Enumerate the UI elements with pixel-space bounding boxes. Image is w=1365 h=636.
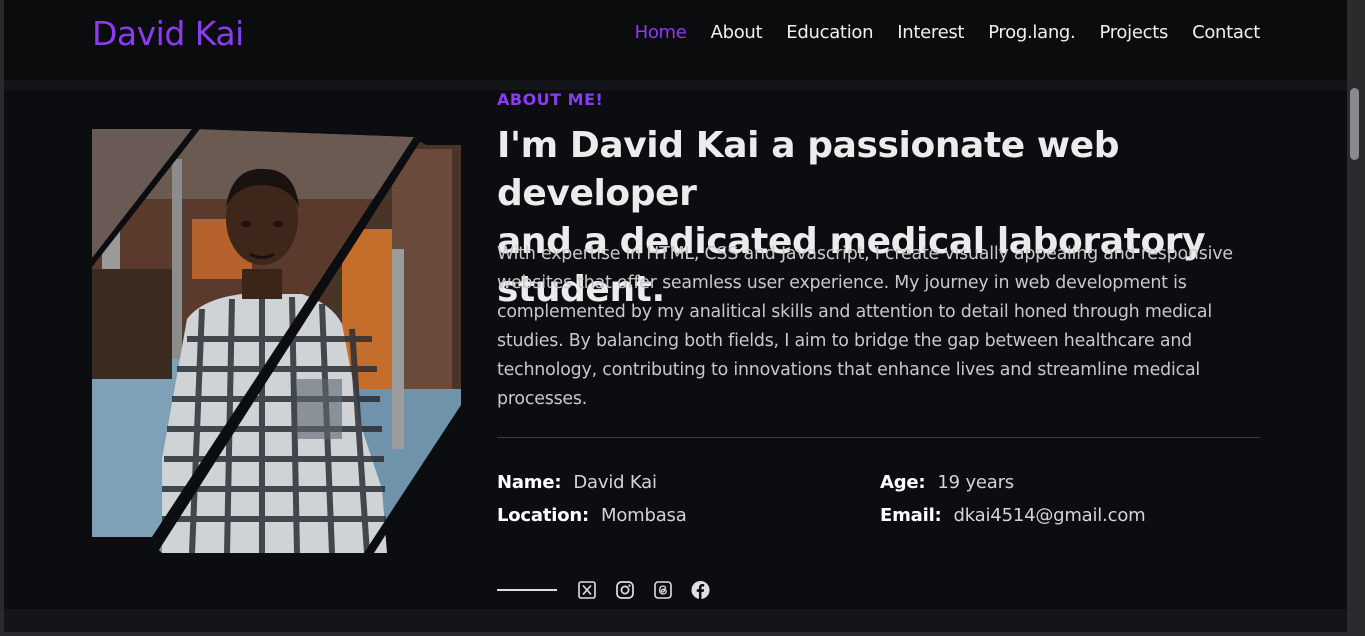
- site-header: David Kai Home About Education Interest …: [4, 0, 1347, 80]
- nav-home[interactable]: Home: [635, 22, 687, 43]
- info-age-label: Age:: [880, 472, 926, 493]
- site-logo[interactable]: David Kai: [92, 14, 244, 53]
- info-location-value: Mombasa: [601, 505, 687, 526]
- about-bio: With expertise in HTML, CSS and Javascri…: [497, 244, 1233, 409]
- scrollbar-thumb[interactable]: [1350, 88, 1359, 160]
- section-divider: [497, 437, 1260, 438]
- facebook-icon[interactable]: [691, 580, 710, 599]
- info-email-label: Email:: [880, 505, 942, 526]
- nav-contact[interactable]: Contact: [1192, 22, 1260, 43]
- nav-about[interactable]: About: [711, 22, 763, 43]
- info-name: Name: David Kai: [497, 472, 657, 493]
- info-location: Location: Mombasa: [497, 505, 687, 526]
- instagram-icon[interactable]: [615, 580, 634, 599]
- info-email: Email: dkai4514@gmail.com: [880, 505, 1146, 526]
- section-eyebrow: ABOUT ME!: [497, 90, 604, 109]
- info-age: Age: 19 years: [880, 472, 1014, 493]
- info-location-label: Location:: [497, 505, 590, 526]
- nav-projects[interactable]: Projects: [1099, 22, 1168, 43]
- main-nav: Home About Education Interest Prog.lang.…: [611, 22, 1261, 43]
- header-shadow: [4, 80, 1347, 90]
- info-name-label: Name:: [497, 472, 562, 493]
- social-links: [497, 580, 729, 599]
- headline-line-1: I'm David Kai a passionate web developer: [497, 125, 1120, 214]
- profile-photo: [92, 129, 461, 553]
- info-age-value: 19 years: [937, 472, 1014, 493]
- social-divider-line: [497, 588, 557, 591]
- threads-icon[interactable]: [653, 580, 672, 599]
- x-icon[interactable]: [577, 580, 596, 599]
- nav-education[interactable]: Education: [786, 22, 873, 43]
- nav-prog-lang[interactable]: Prog.lang.: [988, 22, 1076, 43]
- info-name-value: David Kai: [573, 472, 657, 493]
- info-email-value[interactable]: dkai4514@gmail.com: [954, 505, 1146, 526]
- nav-interest[interactable]: Interest: [897, 22, 964, 43]
- bottom-section-edge: [4, 609, 1347, 632]
- page-window: David Kai Home About Education Interest …: [4, 0, 1347, 632]
